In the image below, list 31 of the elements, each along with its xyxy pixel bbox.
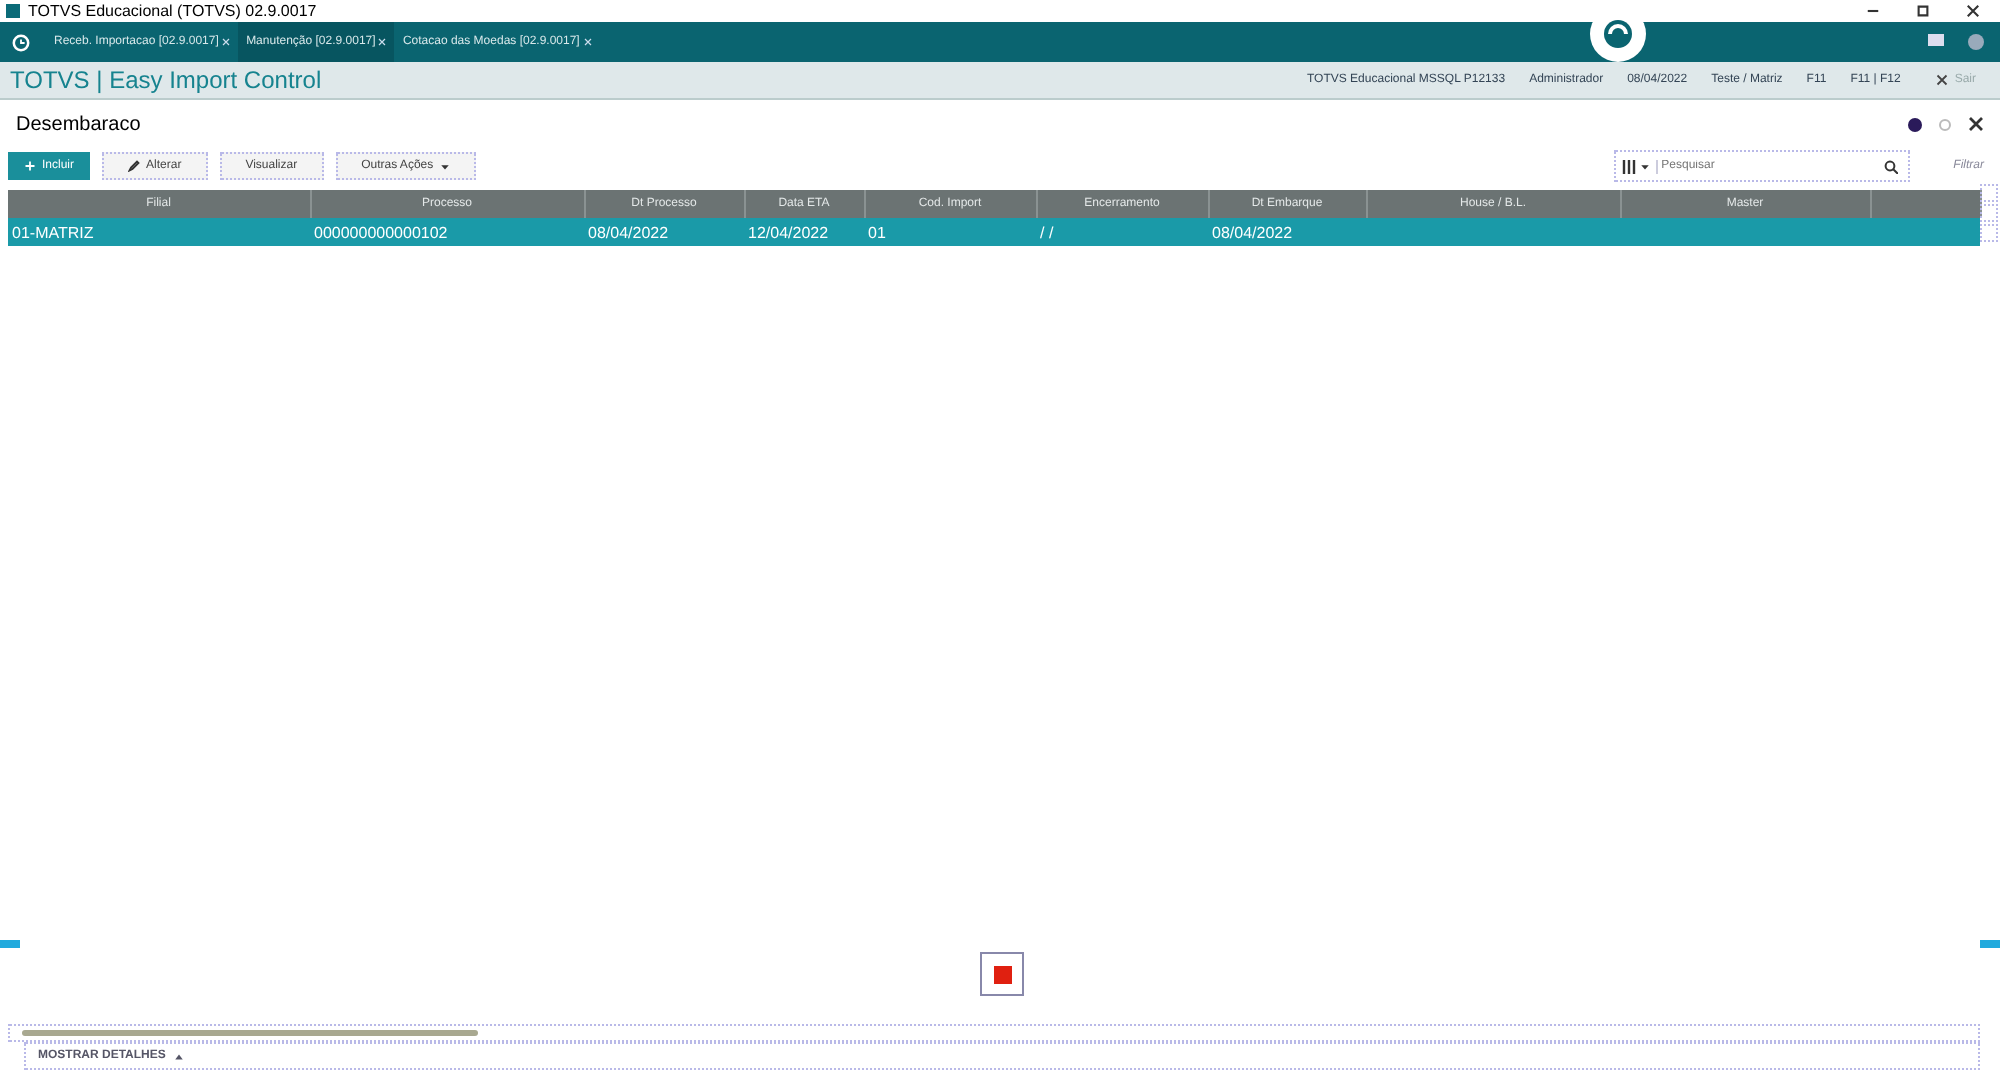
close-icon[interactable]	[1966, 4, 1980, 18]
table-cell: 12/04/2022	[748, 223, 829, 241]
status-dot-icon	[1908, 117, 1922, 131]
edge-marker	[1980, 940, 2000, 948]
columns-icon[interactable]	[1621, 159, 1636, 173]
close-icon[interactable]	[1968, 116, 1984, 132]
maximize-icon[interactable]	[1916, 4, 1930, 18]
close-icon[interactable]	[1936, 74, 1949, 86]
table-cell: 08/04/2022	[588, 223, 669, 241]
table-cell: 01-MATRIZ	[12, 223, 94, 241]
search-icon[interactable]	[1883, 159, 1898, 173]
table-row[interactable]: 01-MATRIZ 000000000000102 08/04/2022 12/04/2022 01 / / 08/04/2022	[8, 218, 1980, 246]
clock-icon[interactable]	[12, 33, 30, 51]
caret-icon[interactable]	[1639, 161, 1650, 171]
window-title: TOTVS Educacional (TOTVS) 02.9.0017	[28, 2, 317, 20]
table-cell: 08/04/2022	[1212, 223, 1293, 241]
app-icon	[6, 4, 20, 18]
app-title: TOTVS | Easy Import Control	[8, 66, 322, 94]
table-cell: 000000000000102	[314, 223, 448, 241]
pencil-icon[interactable]	[128, 160, 141, 172]
stop-button[interactable]	[980, 952, 1024, 996]
horizontal-scrollbar[interactable]	[8, 1024, 1980, 1042]
plus-icon[interactable]	[24, 160, 36, 172]
table-cell: 01	[868, 223, 886, 241]
table-cell: / /	[1040, 223, 1054, 241]
caret-icon[interactable]	[173, 1051, 184, 1061]
edge-marker	[0, 940, 20, 948]
minimize-icon[interactable]	[1866, 4, 1880, 18]
logo-icon	[1602, 18, 1634, 50]
page-title: Desembaraco	[16, 113, 141, 135]
caret-icon[interactable]	[439, 161, 450, 171]
